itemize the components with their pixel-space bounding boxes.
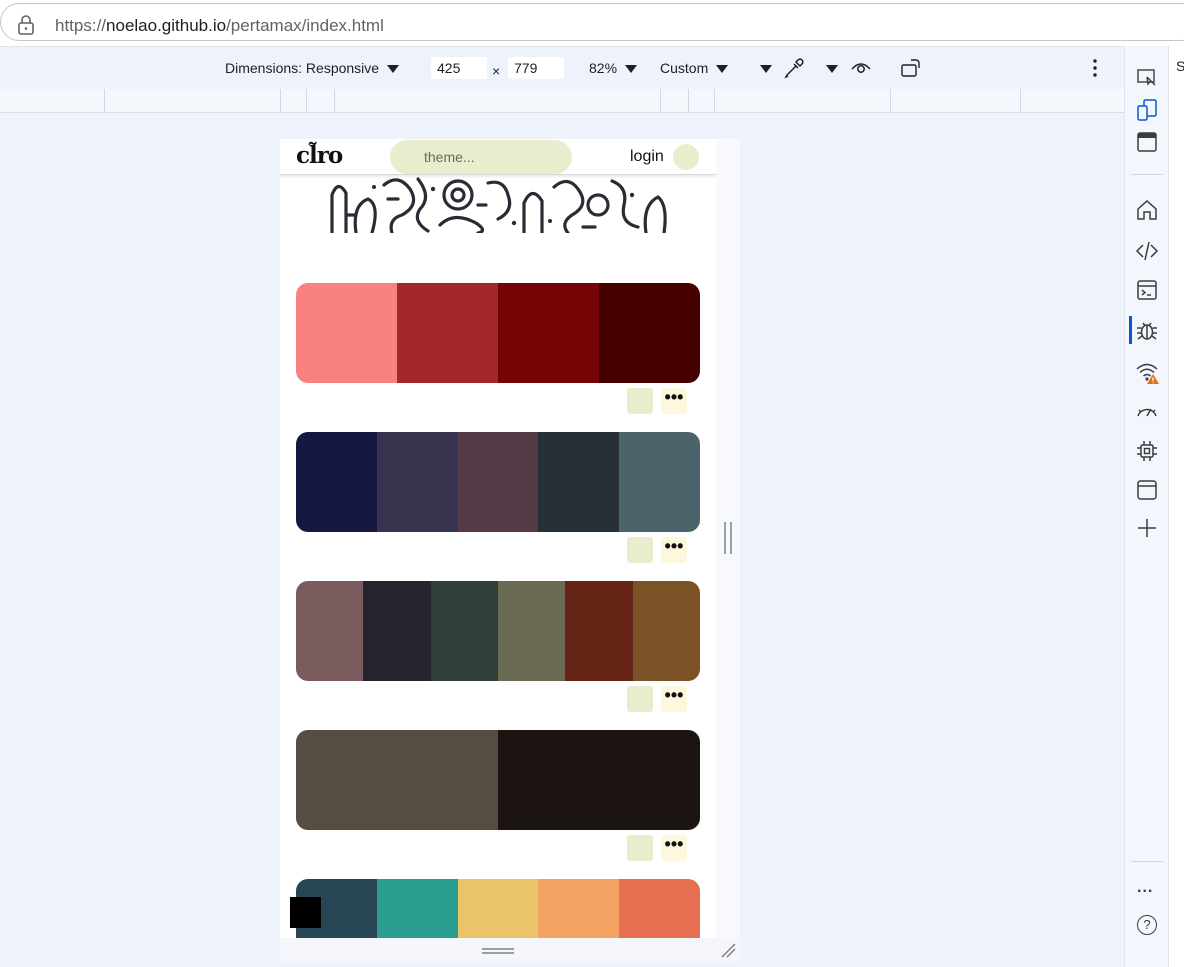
- kebab-menu-icon[interactable]: [1084, 57, 1106, 79]
- application-panel-icon[interactable]: [1135, 478, 1159, 502]
- color-swatch[interactable]: [397, 283, 498, 383]
- more-button[interactable]: •••: [661, 686, 687, 712]
- theme-search-input[interactable]: theme...: [390, 140, 572, 174]
- throttle-dropdown[interactable]: Custom: [660, 60, 729, 76]
- palette-card[interactable]: [296, 730, 700, 830]
- eye-icon[interactable]: [850, 57, 872, 79]
- chevron-down-icon: [826, 65, 838, 74]
- device-emulation-icon[interactable]: [1135, 98, 1159, 122]
- width-input[interactable]: 425: [431, 57, 487, 79]
- site-logo[interactable]: cl̃ro: [296, 142, 343, 169]
- color-swatch[interactable]: [376, 879, 458, 938]
- color-swatch[interactable]: [457, 432, 539, 532]
- color-swatch[interactable]: [296, 730, 397, 830]
- more-button[interactable]: •••: [661, 537, 687, 563]
- devtools-panel: S: [1168, 46, 1184, 967]
- color-swatch[interactable]: [457, 879, 539, 938]
- network-warning-icon[interactable]: [1135, 360, 1159, 384]
- color-swatch[interactable]: [397, 730, 498, 830]
- devtools-activity-bar: ... ?: [1124, 46, 1168, 967]
- eyedropper-icon[interactable]: [783, 57, 805, 79]
- zoom-dropdown[interactable]: 82%: [589, 60, 638, 76]
- site-header: cl̃ro theme... login: [280, 139, 716, 175]
- doodle-banner-image: [328, 175, 668, 233]
- color-swatch[interactable]: [538, 879, 620, 938]
- active-tab-indicator: [1129, 316, 1132, 344]
- palette-actions: •••: [627, 537, 702, 563]
- more-button[interactable]: •••: [661, 388, 687, 414]
- chevron-down-icon: [387, 65, 400, 74]
- more-button[interactable]: •••: [661, 835, 687, 861]
- panel-title: S: [1176, 58, 1184, 74]
- inspect-element-icon[interactable]: [1135, 66, 1159, 90]
- url-scheme: https://: [55, 16, 107, 35]
- browser-window-icon[interactable]: [1135, 130, 1159, 154]
- color-swatch[interactable]: [538, 432, 620, 532]
- palette-card[interactable]: [296, 283, 700, 383]
- resize-corner-icon[interactable]: [720, 942, 736, 958]
- palette-actions: •••: [627, 686, 702, 712]
- palette-card[interactable]: [296, 432, 700, 532]
- color-swatch[interactable]: [497, 581, 566, 681]
- palette-actions: •••: [627, 388, 702, 414]
- dimensions-label: Dimensions: Responsive: [225, 60, 380, 76]
- throttle-label: Custom: [660, 60, 709, 76]
- grip-icon: [482, 948, 514, 954]
- more-tools-icon[interactable]: ...: [1137, 879, 1153, 897]
- chevron-down-icon: [625, 65, 638, 74]
- color-swatch[interactable]: [363, 581, 431, 681]
- avatar[interactable]: [673, 144, 699, 170]
- performance-gauge-icon[interactable]: [1135, 399, 1159, 423]
- memory-chip-icon[interactable]: [1135, 439, 1159, 463]
- color-swatch[interactable]: [498, 283, 599, 383]
- color-swatch[interactable]: [599, 283, 700, 383]
- resize-handle-right[interactable]: [724, 522, 732, 554]
- color-swatch[interactable]: [430, 581, 498, 681]
- palette-card[interactable]: [296, 879, 700, 938]
- color-swatch[interactable]: [296, 432, 377, 532]
- rotate-icon[interactable]: [900, 57, 922, 79]
- favorite-button[interactable]: [627, 388, 653, 414]
- color-swatch[interactable]: [599, 730, 700, 830]
- device-toolbar: Dimensions: Responsive 425 × 779 82% Cus…: [0, 46, 1124, 89]
- color-swatch[interactable]: [619, 432, 700, 532]
- favorite-button[interactable]: [627, 686, 653, 712]
- debugger-bug-icon[interactable]: [1135, 318, 1159, 342]
- elements-code-icon[interactable]: [1135, 239, 1159, 263]
- device-viewport: cl̃ro theme... login ••• ••• ••• •••: [280, 139, 716, 938]
- chevron-down-icon: [760, 65, 772, 74]
- url-field[interactable]: https://noelao.github.io/pertamax/index.…: [0, 3, 1184, 41]
- times-sign: ×: [492, 63, 501, 79]
- login-link[interactable]: login: [630, 148, 664, 166]
- color-swatch[interactable]: [498, 730, 599, 830]
- resize-handle-bottom[interactable]: [280, 938, 740, 962]
- console-icon[interactable]: [1135, 278, 1159, 302]
- lock-icon[interactable]: [17, 15, 35, 35]
- more-options-dropdown[interactable]: [752, 60, 772, 76]
- palette-actions: •••: [627, 835, 702, 861]
- media-query-ruler[interactable]: [0, 89, 1124, 113]
- help-icon[interactable]: ?: [1137, 915, 1157, 935]
- chevron-down-icon: [716, 65, 729, 74]
- color-swatch[interactable]: [376, 432, 458, 532]
- palette-card[interactable]: [296, 581, 700, 681]
- favorite-button[interactable]: [627, 537, 653, 563]
- back-to-top-button[interactable]: [290, 897, 321, 928]
- address-bar: https://noelao.github.io/pertamax/index.…: [0, 0, 1184, 46]
- color-swatch[interactable]: [296, 581, 364, 681]
- height-input[interactable]: 779: [508, 57, 564, 79]
- color-swatch[interactable]: [565, 581, 633, 681]
- url-path: /pertamax/index.html: [226, 16, 384, 35]
- color-swatch[interactable]: [619, 879, 700, 938]
- color-swatch[interactable]: [296, 283, 397, 383]
- add-tool-icon[interactable]: [1135, 516, 1159, 540]
- vision-dropdown[interactable]: [818, 60, 838, 76]
- url-host: noelao.github.io: [106, 16, 227, 35]
- zoom-label: 82%: [589, 60, 618, 76]
- home-icon[interactable]: [1135, 198, 1159, 222]
- dimensions-dropdown[interactable]: Dimensions: Responsive: [225, 60, 400, 76]
- url-text[interactable]: https://noelao.github.io/pertamax/index.…: [55, 16, 384, 36]
- color-swatch[interactable]: [632, 581, 700, 681]
- favorite-button[interactable]: [627, 835, 653, 861]
